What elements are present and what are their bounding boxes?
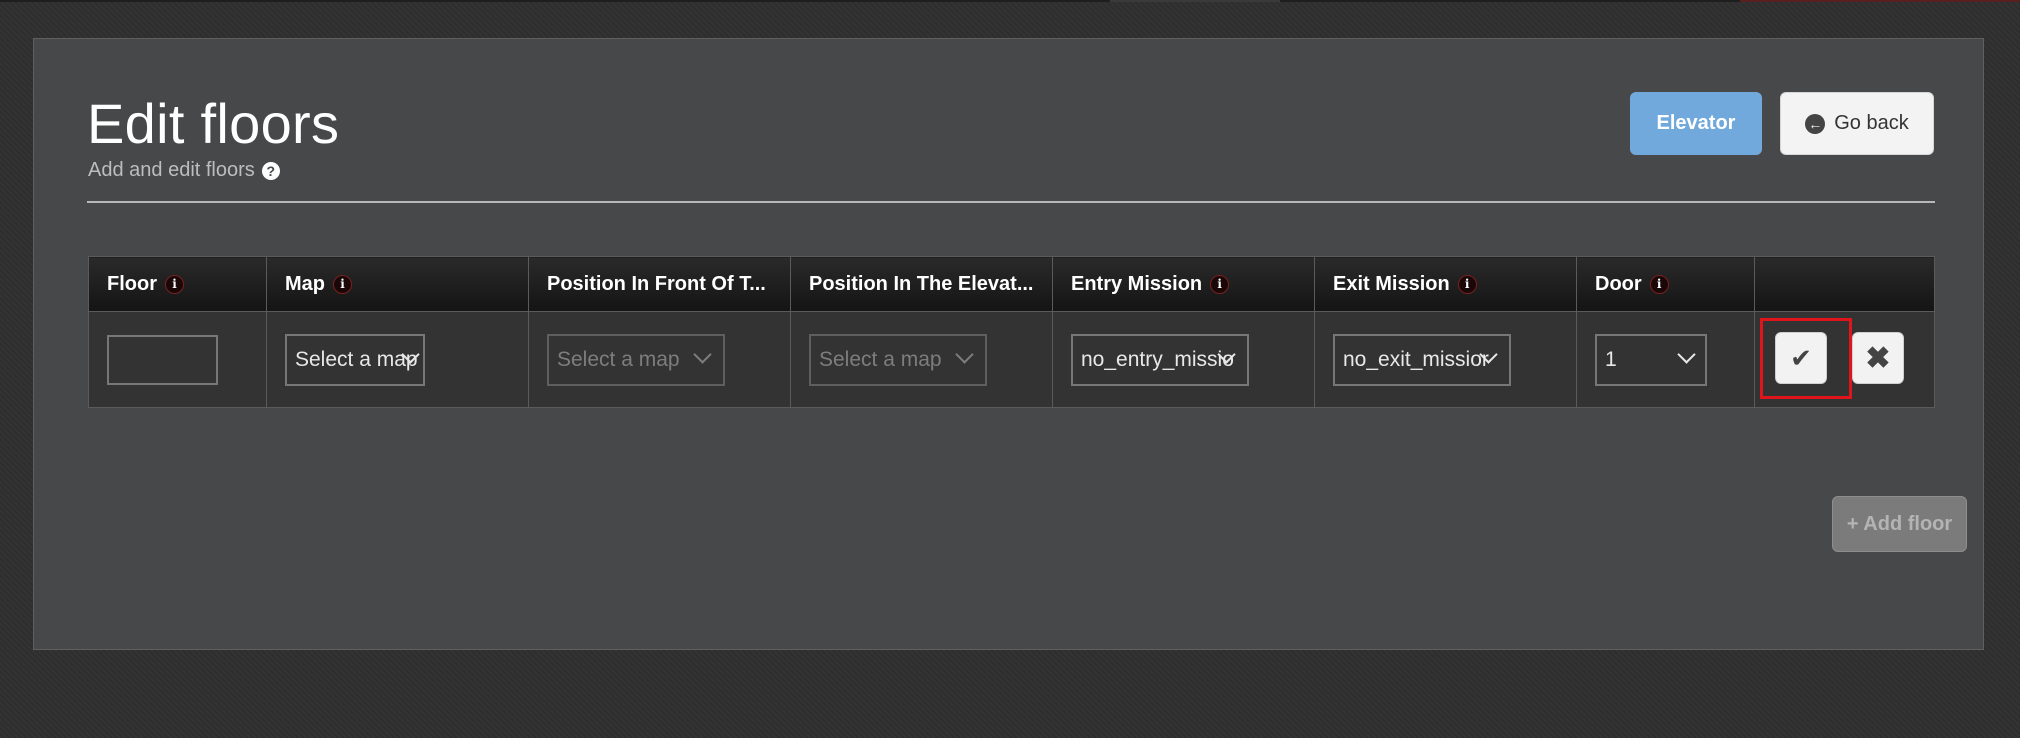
subtitle-text: Add and edit floors xyxy=(88,159,255,181)
info-icon[interactable]: i xyxy=(1649,274,1669,294)
floor-cell xyxy=(88,311,267,408)
info-icon[interactable]: i xyxy=(1457,274,1477,294)
column-header-map: Map i xyxy=(266,256,529,312)
exit-mission-cell: no_exit_missior xyxy=(1314,311,1577,408)
page-subtitle: Add and edit floors ? xyxy=(88,159,280,182)
door-select[interactable]: 1 xyxy=(1595,333,1707,386)
confirm-button[interactable]: ✔ xyxy=(1775,332,1827,384)
question-icon[interactable]: ? xyxy=(261,161,280,180)
column-header-position-front: Position In Front Of T... xyxy=(528,256,791,312)
position-elevator-select[interactable]: Select a map xyxy=(809,333,987,386)
map-select[interactable]: Select a map xyxy=(285,333,425,386)
info-icon[interactable]: i xyxy=(1210,274,1230,294)
floor-input[interactable] xyxy=(107,334,218,385)
map-cell: Select a map xyxy=(266,311,529,408)
position-elevator-cell: Select a map xyxy=(790,311,1053,408)
door-cell: 1 xyxy=(1576,311,1755,408)
page-title: Edit floors xyxy=(87,92,340,155)
column-header-actions xyxy=(1754,256,1935,312)
info-icon[interactable]: i xyxy=(165,274,184,294)
table-row: Select a map Select a map Select a map n… xyxy=(88,311,1935,408)
add-floor-button[interactable]: + Add floor xyxy=(1832,496,1967,552)
header-divider xyxy=(87,201,1935,203)
column-header-exit-mission: Exit Mission i xyxy=(1314,256,1577,312)
position-front-select[interactable]: Select a map xyxy=(547,333,725,386)
table-header-row: Floor i Map i Position In Front Of T... Po… xyxy=(88,256,1935,312)
circle-arrow-left-icon: ← xyxy=(1805,113,1826,134)
column-header-entry-mission: Entry Mission i xyxy=(1052,256,1315,312)
floors-table: Floor i Map i Position In Front Of T... Po… xyxy=(88,256,1935,408)
chevron-down-icon xyxy=(1677,344,1696,364)
close-icon: ✖ xyxy=(1865,341,1891,375)
entry-mission-cell: no_entry_missio xyxy=(1052,311,1315,408)
chevron-down-icon xyxy=(955,344,974,364)
exit-mission-select[interactable]: no_exit_missior xyxy=(1333,333,1511,386)
position-front-cell: Select a map xyxy=(528,311,791,408)
entry-mission-select[interactable]: no_entry_missio xyxy=(1071,333,1249,386)
go-back-label: Go back xyxy=(1834,112,1909,134)
chevron-down-icon xyxy=(693,344,712,364)
edit-floors-panel: Edit floors Add and edit floors ? Elevat… xyxy=(33,38,1984,650)
actions-cell: ✔ ✖ xyxy=(1754,311,1935,408)
column-header-floor: Floor i xyxy=(88,256,267,312)
go-back-button[interactable]: ← Go back xyxy=(1780,92,1934,155)
top-border xyxy=(0,0,2020,2)
column-header-position-elevator: Position In The Elevat... xyxy=(790,256,1053,312)
column-header-door: Door i xyxy=(1576,256,1755,312)
cancel-button[interactable]: ✖ xyxy=(1852,332,1904,384)
info-icon[interactable]: i xyxy=(333,274,352,294)
checkmark-icon: ✔ xyxy=(1790,342,1812,373)
elevator-button[interactable]: Elevator xyxy=(1630,92,1762,155)
